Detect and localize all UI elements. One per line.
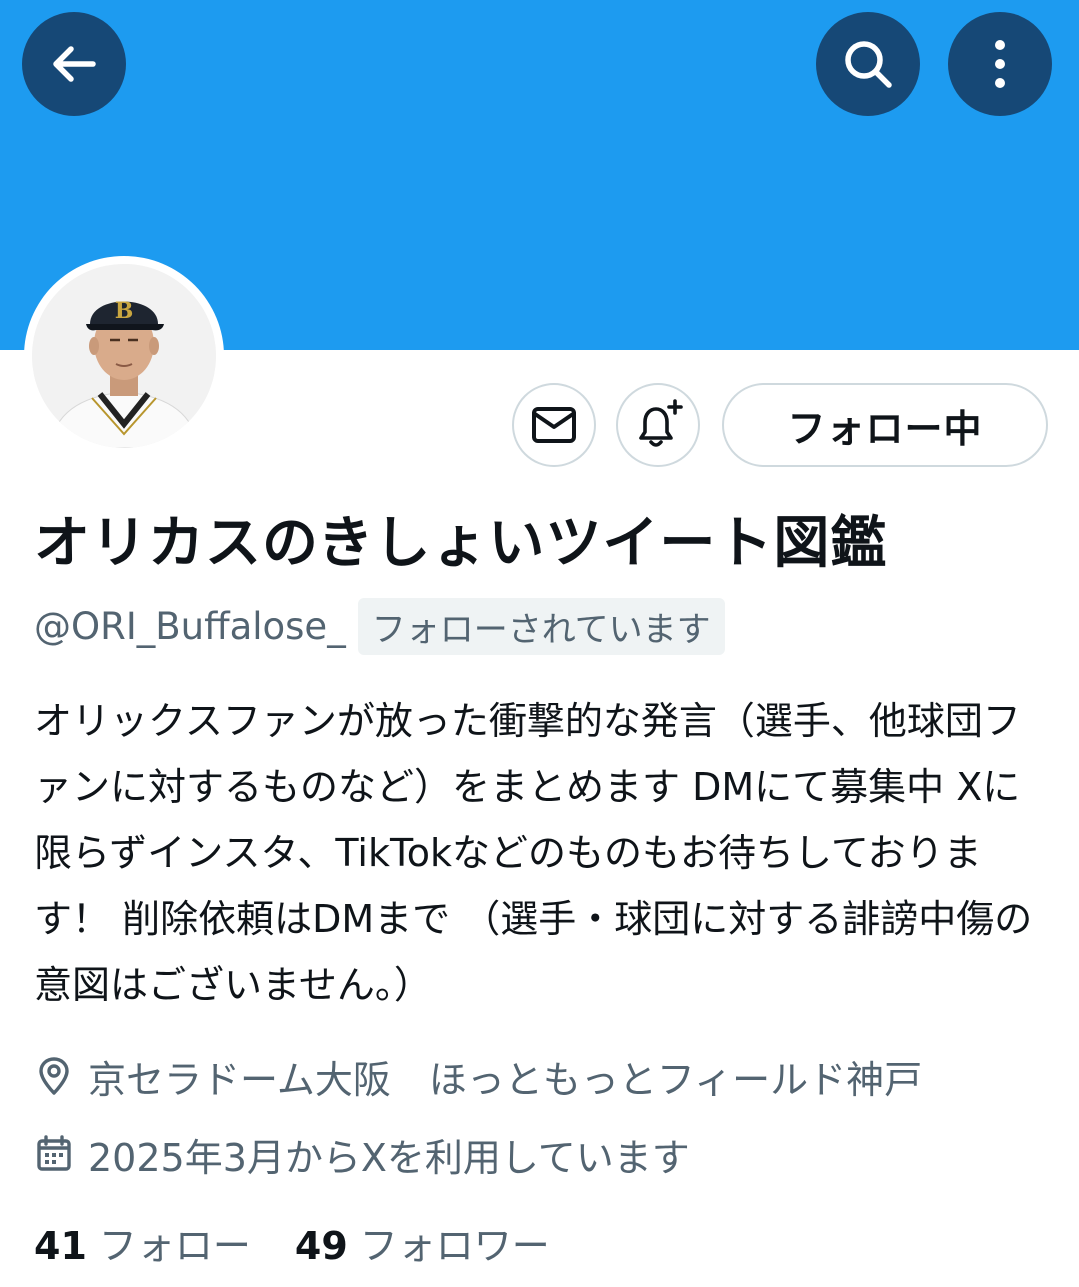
following-button[interactable]: フォロー中	[722, 383, 1048, 467]
more-vertical-icon	[995, 40, 1005, 88]
search-icon	[845, 41, 892, 88]
envelope-icon	[532, 407, 576, 443]
following-label: フォロー	[98, 1223, 251, 1268]
following-count: 41	[34, 1223, 87, 1268]
avatar: B	[32, 264, 216, 448]
message-button[interactable]	[512, 383, 596, 467]
avatar-portrait: B	[32, 264, 216, 448]
svg-text:B: B	[115, 298, 134, 324]
avatar-frame[interactable]: B	[24, 256, 224, 456]
profile-bio: オリックスファンが放った衝撃的な発言（選手、他球団ファンに対するものなど）をまと…	[34, 699, 1033, 1007]
handle-row: @ORI_Buffalose_ フォローされています	[34, 597, 725, 655]
stats-row: 41 フォロー 49 フォロワー	[34, 1212, 594, 1272]
location-text: 京セラドーム大阪 ほっともっとフィールド神戸	[88, 1057, 923, 1102]
notify-button[interactable]	[616, 383, 700, 467]
location-pin-icon	[39, 1057, 69, 1095]
location-row: 京セラドーム大阪 ほっともっとフィールド神戸	[34, 1046, 922, 1106]
followers-stat[interactable]: 49 フォロワー	[295, 1215, 594, 1270]
joined-row: 2025年3月からXを利用しています	[34, 1124, 690, 1184]
more-options-button[interactable]	[948, 12, 1052, 116]
back-arrow-icon	[53, 46, 96, 82]
joined-text: 2025年3月からXを利用しています	[88, 1135, 690, 1180]
user-handle: @ORI_Buffalose_	[34, 604, 346, 648]
calendar-icon	[37, 1135, 71, 1171]
display-name: オリカスのきしょいツイート図鑑	[34, 511, 888, 576]
back-button[interactable]	[22, 12, 126, 116]
followers-label: フォロワー	[359, 1223, 550, 1268]
followers-count: 49	[294, 1223, 348, 1268]
follows-you-badge: フォローされています	[357, 597, 725, 655]
search-button[interactable]	[816, 12, 920, 116]
following-stat[interactable]: 41 フォロー	[34, 1215, 295, 1270]
bell-plus-icon	[639, 399, 683, 447]
